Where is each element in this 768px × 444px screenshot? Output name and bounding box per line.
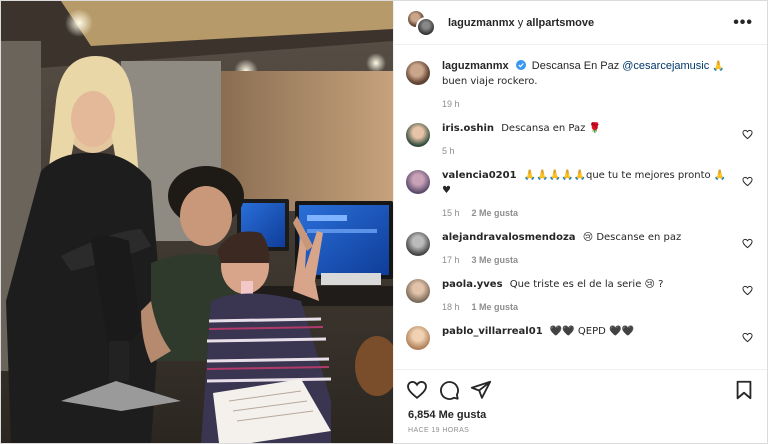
caption-text: laguzmanmx Descansa En Paz @cesarcejamus… [442, 59, 735, 89]
post-header: laguzmanmx y allpartsmove ••• [394, 1, 767, 45]
comment-message: 😢 Descanse en paz [582, 232, 682, 243]
comment-body: iris.oshin Descansa en Paz 🌹 5 h [442, 121, 753, 156]
avatar[interactable] [406, 279, 430, 303]
avatar[interactable] [406, 61, 430, 85]
comment-time: 5 h [442, 146, 455, 156]
studio-photo-image [1, 1, 393, 443]
post-photo[interactable] [1, 1, 393, 443]
comment-text: valencia0201 🙏🙏🙏🙏🙏que tu te mejores pron… [442, 168, 735, 198]
comment-username-link[interactable]: alejandravalosmendoza [442, 232, 576, 243]
avatar[interactable] [416, 16, 436, 37]
comment-row: valencia0201 🙏🙏🙏🙏🙏que tu te mejores pron… [406, 168, 753, 218]
comment-time: 17 h [442, 255, 460, 265]
comment-row: pablo_villarreal01 🖤🖤 QEPD 🖤🖤 [406, 324, 753, 350]
comment-heart-icon[interactable] [742, 129, 753, 140]
avatar[interactable] [406, 170, 430, 194]
comment-icon[interactable] [438, 379, 460, 401]
comment-message: 🖤🖤 QEPD 🖤🖤 [549, 326, 634, 337]
comment-body: valencia0201 🙏🙏🙏🙏🙏que tu te mejores pron… [442, 168, 753, 218]
avatar[interactable] [406, 232, 430, 256]
caption-time: 19 h [442, 99, 460, 109]
comment-meta: 5 h [442, 146, 735, 156]
comment-row: paola.yves Que triste es el de la serie … [406, 277, 753, 312]
comment-username-link[interactable]: valencia0201 [442, 170, 517, 181]
heart-icon[interactable] [406, 379, 428, 401]
comment-text: iris.oshin Descansa en Paz 🌹 [442, 121, 735, 136]
comment-text: alejandravalosmendoza 😢 Descanse en paz [442, 230, 735, 245]
avatar[interactable] [406, 326, 430, 350]
instagram-post: laguzmanmx y allpartsmove ••• laguzmanmx… [0, 0, 768, 444]
caption-body: laguzmanmx Descansa En Paz @cesarcejamus… [442, 59, 753, 109]
likes-count-link[interactable]: 6,854 Me gusta [394, 409, 767, 427]
comment-body: paola.yves Que triste es el de la serie … [442, 277, 753, 312]
post-timestamp: HACE 19 HORAS [408, 427, 470, 434]
comment-heart-icon[interactable] [742, 285, 753, 296]
verified-badge-icon [515, 60, 526, 70]
post-actions-bar [394, 369, 767, 409]
comment-username-link[interactable]: iris.oshin [442, 123, 494, 134]
comment-heart-icon[interactable] [742, 332, 753, 343]
caption-text-start: Descansa En Paz [531, 60, 620, 72]
comment-body: pablo_villarreal01 🖤🖤 QEPD 🖤🖤 [442, 324, 753, 350]
comment-row: alejandravalosmendoza 😢 Descanse en paz … [406, 230, 753, 265]
comment-meta: 15 h 2 Me gusta [442, 208, 735, 218]
more-options-icon[interactable]: ••• [733, 14, 753, 31]
avatar[interactable] [406, 123, 430, 147]
comment-time: 18 h [442, 302, 460, 312]
caption-username-link[interactable]: laguzmanmx [442, 60, 509, 72]
post-caption: laguzmanmx Descansa En Paz @cesarcejamus… [406, 59, 753, 109]
bookmark-icon[interactable] [733, 379, 755, 401]
comment-heart-icon[interactable] [742, 238, 753, 249]
post-authors: laguzmanmx y allpartsmove [448, 17, 733, 29]
comment-likes-link[interactable]: 1 Me gusta [472, 302, 519, 312]
post-side-panel: laguzmanmx y allpartsmove ••• laguzmanmx… [393, 1, 767, 443]
comments-list[interactable]: laguzmanmx Descansa En Paz @cesarcejamus… [394, 45, 767, 369]
author-username-link[interactable]: allpartsmove [526, 17, 594, 29]
author-username-link[interactable]: laguzmanmx [448, 17, 515, 29]
comment-text: pablo_villarreal01 🖤🖤 QEPD 🖤🖤 [442, 324, 735, 339]
comment-message: Que triste es el de la serie 😢 ? [509, 279, 664, 290]
comment-text: paola.yves Que triste es el de la serie … [442, 277, 735, 292]
send-icon[interactable] [470, 379, 492, 401]
collab-avatars[interactable] [406, 8, 438, 37]
comment-heart-icon[interactable] [742, 176, 753, 187]
comment-likes-link[interactable]: 3 Me gusta [472, 255, 519, 265]
comment-username-link[interactable]: paola.yves [442, 279, 503, 290]
comment-meta: 17 h 3 Me gusta [442, 255, 735, 265]
comment-meta: 18 h 1 Me gusta [442, 302, 735, 312]
comment-username-link[interactable]: pablo_villarreal01 [442, 326, 543, 337]
comment-time: 15 h [442, 208, 460, 218]
comment-row: iris.oshin Descansa en Paz 🌹 5 h [406, 121, 753, 156]
comment-likes-link[interactable]: 2 Me gusta [472, 208, 519, 218]
authors-conjunction: y [517, 16, 524, 29]
caption-mention-link[interactable]: @cesarcejamusic [622, 60, 709, 72]
comment-body: alejandravalosmendoza 😢 Descanse en paz … [442, 230, 753, 265]
caption-meta: 19 h [442, 99, 735, 109]
comment-message: Descansa en Paz 🌹 [501, 123, 602, 134]
